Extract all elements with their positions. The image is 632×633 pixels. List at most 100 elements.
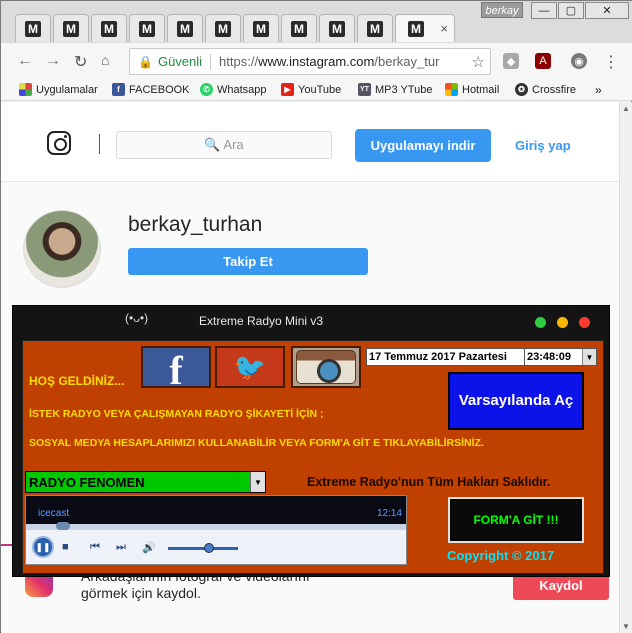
instagram-icon (296, 350, 356, 384)
extension-icon[interactable]: ◆ (503, 53, 519, 69)
bookmark-facebook[interactable]: f FACEBOOK (112, 83, 190, 96)
twitter-icon: 🐦 (233, 351, 267, 382)
browser-tab[interactable]: M (357, 14, 393, 42)
welcome-text: HOŞ GELDİNİZ... (29, 374, 125, 388)
lock-icon: 🔒 (138, 54, 153, 69)
browser-tab[interactable]: M (281, 14, 317, 42)
browser-toolbar: ← → ↻ ⌂ 🔒 Güvenli https://www.instagram.… (1, 43, 632, 79)
browser-tab[interactable]: M (91, 14, 127, 42)
volume-handle[interactable] (204, 543, 214, 553)
browser-tab[interactable]: M (167, 14, 203, 42)
minimize-button[interactable]: — (531, 2, 557, 19)
menu-icon[interactable]: ⋮ (603, 52, 619, 72)
time-display[interactable]: 23:48:09 ▼ (524, 348, 597, 366)
youtube-icon: ▶ (281, 83, 294, 96)
tab-favicon-icon: M (215, 20, 231, 37)
browser-tab[interactable]: M (53, 14, 89, 42)
radio-window: (•ᴗ•) Extreme Radyo Mini v3 HOŞ GELDİNİZ… (12, 305, 610, 577)
profile-badge[interactable]: berkay (481, 2, 523, 18)
address-bar[interactable]: 🔒 Güvenli https://www.instagram.com/berk… (129, 48, 491, 75)
bookmark-star-icon[interactable]: ☆ (472, 53, 485, 71)
forward-icon[interactable]: → (45, 52, 61, 70)
avatar[interactable] (23, 210, 101, 288)
title-bar: M M M M M M M M M M M × berkay — ▢ ✕ (1, 1, 632, 43)
home-icon[interactable]: ⌂ (101, 52, 109, 68)
date-display: 17 Temmuz 2017 Pazartesi (366, 348, 526, 366)
go-to-form-button[interactable]: FORM'A GİT !!! (448, 497, 584, 543)
previous-icon[interactable]: ⏮ (90, 541, 100, 554)
next-icon[interactable]: ⏭ (116, 541, 126, 554)
instagram-logo-icon[interactable] (47, 131, 71, 155)
chevron-down-icon[interactable]: ▼ (250, 472, 265, 492)
radio-app-title: Extreme Radyo Mini v3 (199, 314, 324, 328)
red-dot-button[interactable] (579, 317, 590, 328)
tab-close-icon[interactable]: × (440, 21, 448, 36)
facebook-icon: f (112, 83, 125, 96)
tab-favicon-icon: M (408, 20, 424, 37)
station-select[interactable]: RADYO FENOMEN ▼ (25, 471, 266, 493)
browser-tab[interactable]: M (15, 14, 51, 42)
bookmarks-bar: Uygulamalar f FACEBOOK ✆ Whatsapp ▶ YouTube… (1, 79, 632, 101)
window-close-button[interactable]: ✕ (585, 2, 629, 19)
green-dot-button[interactable] (535, 317, 546, 328)
whatsapp-icon: ✆ (200, 83, 213, 96)
extension-icon[interactable]: ◉ (571, 53, 587, 69)
follow-button[interactable]: Takip Et (128, 248, 368, 275)
windows-icon (445, 83, 458, 96)
open-default-button[interactable]: Varsayılanda Aç (448, 372, 584, 430)
maximize-button[interactable]: ▢ (558, 2, 584, 19)
seek-handle[interactable] (56, 522, 70, 530)
copyright-text: Copyright © 2017 (447, 548, 555, 563)
social-info-text: SOSYAL MEDYA HESAPLARIMIZI KULLANABİLİR … (29, 437, 484, 449)
seek-bar[interactable] (26, 522, 406, 530)
bookmark-apps[interactable]: Uygulamalar (19, 83, 98, 96)
mp3-icon: YT (358, 83, 371, 96)
request-info-text: İSTEK RADYO VEYA ÇALIŞMAYAN RADYO ŞİKAYE… (29, 408, 324, 420)
browser-tab[interactable]: M (243, 14, 279, 42)
pause-button[interactable]: ❚❚ (32, 536, 54, 558)
bookmark-whatsapp[interactable]: ✆ Whatsapp (200, 83, 267, 96)
get-app-button[interactable]: Uygulamayı indir (355, 129, 491, 162)
tab-favicon-icon: M (25, 20, 41, 37)
player-info-bar: icecast 12:14 (26, 496, 406, 524)
scroll-down-icon[interactable]: ▼ (622, 622, 630, 631)
bookmarks-overflow[interactable]: » (595, 83, 602, 97)
facebook-icon: f (169, 347, 183, 393)
url-text[interactable]: https://www.instagram.com/berkay_tur (219, 54, 455, 69)
reload-icon[interactable]: ↻ (74, 52, 87, 72)
pdf-extension-icon[interactable]: A (535, 53, 551, 69)
bookmark-youtube[interactable]: ▶ YouTube (281, 83, 341, 96)
media-player: icecast 12:14 ❚❚ ■ ⏮ ⏭ 🔊 (25, 495, 407, 565)
browser-window: M M M M M M M M M M M × berkay — ▢ ✕ ← →… (0, 0, 632, 633)
volume-slider[interactable] (168, 543, 238, 553)
scroll-up-icon[interactable]: ▲ (622, 104, 630, 113)
bookmark-mp3-ytube[interactable]: YT MP3 YTube (358, 83, 432, 96)
browser-tab[interactable]: M (205, 14, 241, 42)
instagram-button[interactable] (291, 346, 361, 388)
twitter-button[interactable]: 🐦 (215, 346, 285, 388)
secure-label: Güvenli (157, 54, 203, 69)
browser-tab[interactable]: M (319, 14, 355, 42)
radio-panel: HOŞ GELDİNİZ... f 🐦 17 Temmuz 2017 Pazar… (22, 340, 604, 574)
rights-text: Extreme Radyo'nun Tüm Hakları Saklıdır. (307, 475, 551, 489)
bookmark-crossfire[interactable]: ✪ Crossfire (515, 83, 576, 96)
radio-title-bar[interactable]: (•ᴗ•) Extreme Radyo Mini v3 (13, 306, 609, 334)
facebook-button[interactable]: f (141, 346, 211, 393)
tab-favicon-icon: M (291, 20, 307, 37)
header-divider (99, 134, 100, 154)
chevron-down-icon[interactable]: ▼ (582, 349, 596, 365)
back-icon[interactable]: ← (17, 52, 33, 70)
search-input[interactable]: 🔍 Ara (116, 131, 332, 159)
volume-icon[interactable]: 🔊 (142, 541, 156, 554)
page-scrollbar[interactable]: ▲ ▼ (619, 102, 632, 633)
stop-icon[interactable]: ■ (62, 541, 69, 553)
login-link[interactable]: Giriş yap (515, 138, 571, 153)
tab-favicon-icon: M (139, 20, 155, 37)
bookmark-hotmail[interactable]: Hotmail (445, 83, 499, 96)
yellow-dot-button[interactable] (557, 317, 568, 328)
omnibox-divider (210, 53, 212, 70)
tab-favicon-icon: M (63, 20, 79, 37)
tab-favicon-icon: M (329, 20, 345, 37)
browser-tab-active[interactable]: M × (395, 14, 455, 42)
browser-tab[interactable]: M (129, 14, 165, 42)
